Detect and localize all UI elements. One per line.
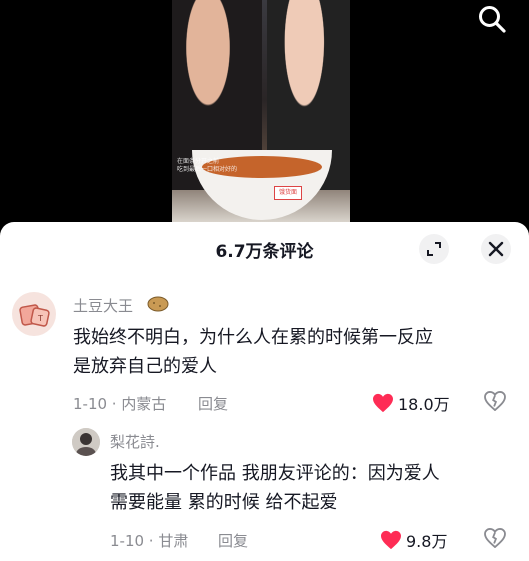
avatar[interactable]: T [12, 292, 56, 336]
bowl-label: 饿货面 [274, 186, 302, 200]
comment-username[interactable]: 土豆大王 [73, 295, 133, 316]
svg-text:T: T [37, 314, 43, 323]
close-button[interactable] [481, 234, 511, 264]
reply-like-count: 9.8万 [406, 532, 448, 551]
video-caption: 在面条分开之前 吃到最后一口相对好的 [177, 158, 257, 174]
video-player[interactable]: 在面条分开之前 吃到最后一口相对好的 饿货面 [0, 0, 529, 222]
heart-icon [373, 393, 393, 413]
reply-avatar[interactable] [72, 428, 100, 456]
reply-dislike-button[interactable] [484, 527, 506, 552]
cartoon-avatar-icon: T [19, 304, 50, 327]
potato-icon [147, 296, 169, 312]
broken-heart-icon [484, 390, 506, 412]
comment-text-line-1: 我始终不明白，为什么人在累的时候第一反应 [73, 327, 433, 348]
dislike-button[interactable] [484, 390, 506, 415]
reply-avatar-image [72, 428, 100, 456]
heart-icon [381, 530, 401, 550]
reply-button[interactable]: 回复 [198, 393, 228, 414]
comment-sheet: 6.7万条评论 T 土豆大王 我始终不明白，为什么人在累的时候第一反应 是放弃自… [0, 222, 529, 561]
like-button[interactable]: 18.0万 [372, 391, 450, 415]
close-icon [488, 241, 504, 257]
comment-date-location: 1-10 · 内蒙古 [73, 395, 167, 413]
video-caption-line-2: 吃到最后一口相对好的 [177, 166, 238, 173]
video-caption-line-1: 在面条分开之前 [177, 158, 220, 165]
comment-text-line-2: 是放弃自己的爱人 [73, 356, 217, 377]
expand-icon [427, 242, 441, 256]
search-icon [479, 6, 506, 33]
reply-text: 我其中一个作品 我朋友评论的：因为爱人 需要能量 累的时候 给不起爱 [110, 459, 440, 517]
reply-like-button[interactable]: 9.8万 [380, 528, 447, 552]
expand-button[interactable] [419, 234, 449, 264]
broken-heart-icon [484, 527, 506, 549]
reply-text-line-1: 我其中一个作品 我朋友评论的：因为爱人 [110, 463, 440, 484]
video-frame: 在面条分开之前 吃到最后一口相对好的 饿货面 [172, 0, 350, 222]
reply-date-location: 1-10 · 甘肃 [110, 532, 189, 550]
comment-text: 我始终不明白，为什么人在累的时候第一反应 是放弃自己的爱人 [73, 323, 433, 381]
reply-text-line-2: 需要能量 累的时候 给不起爱 [110, 492, 338, 513]
like-count: 18.0万 [398, 395, 450, 414]
reply-username[interactable]: 梨花詩. [110, 431, 160, 452]
comment-count-title: 6.7万条评论 [215, 242, 314, 262]
search-button[interactable] [477, 4, 507, 34]
reply-reply-button[interactable]: 回复 [218, 530, 248, 551]
